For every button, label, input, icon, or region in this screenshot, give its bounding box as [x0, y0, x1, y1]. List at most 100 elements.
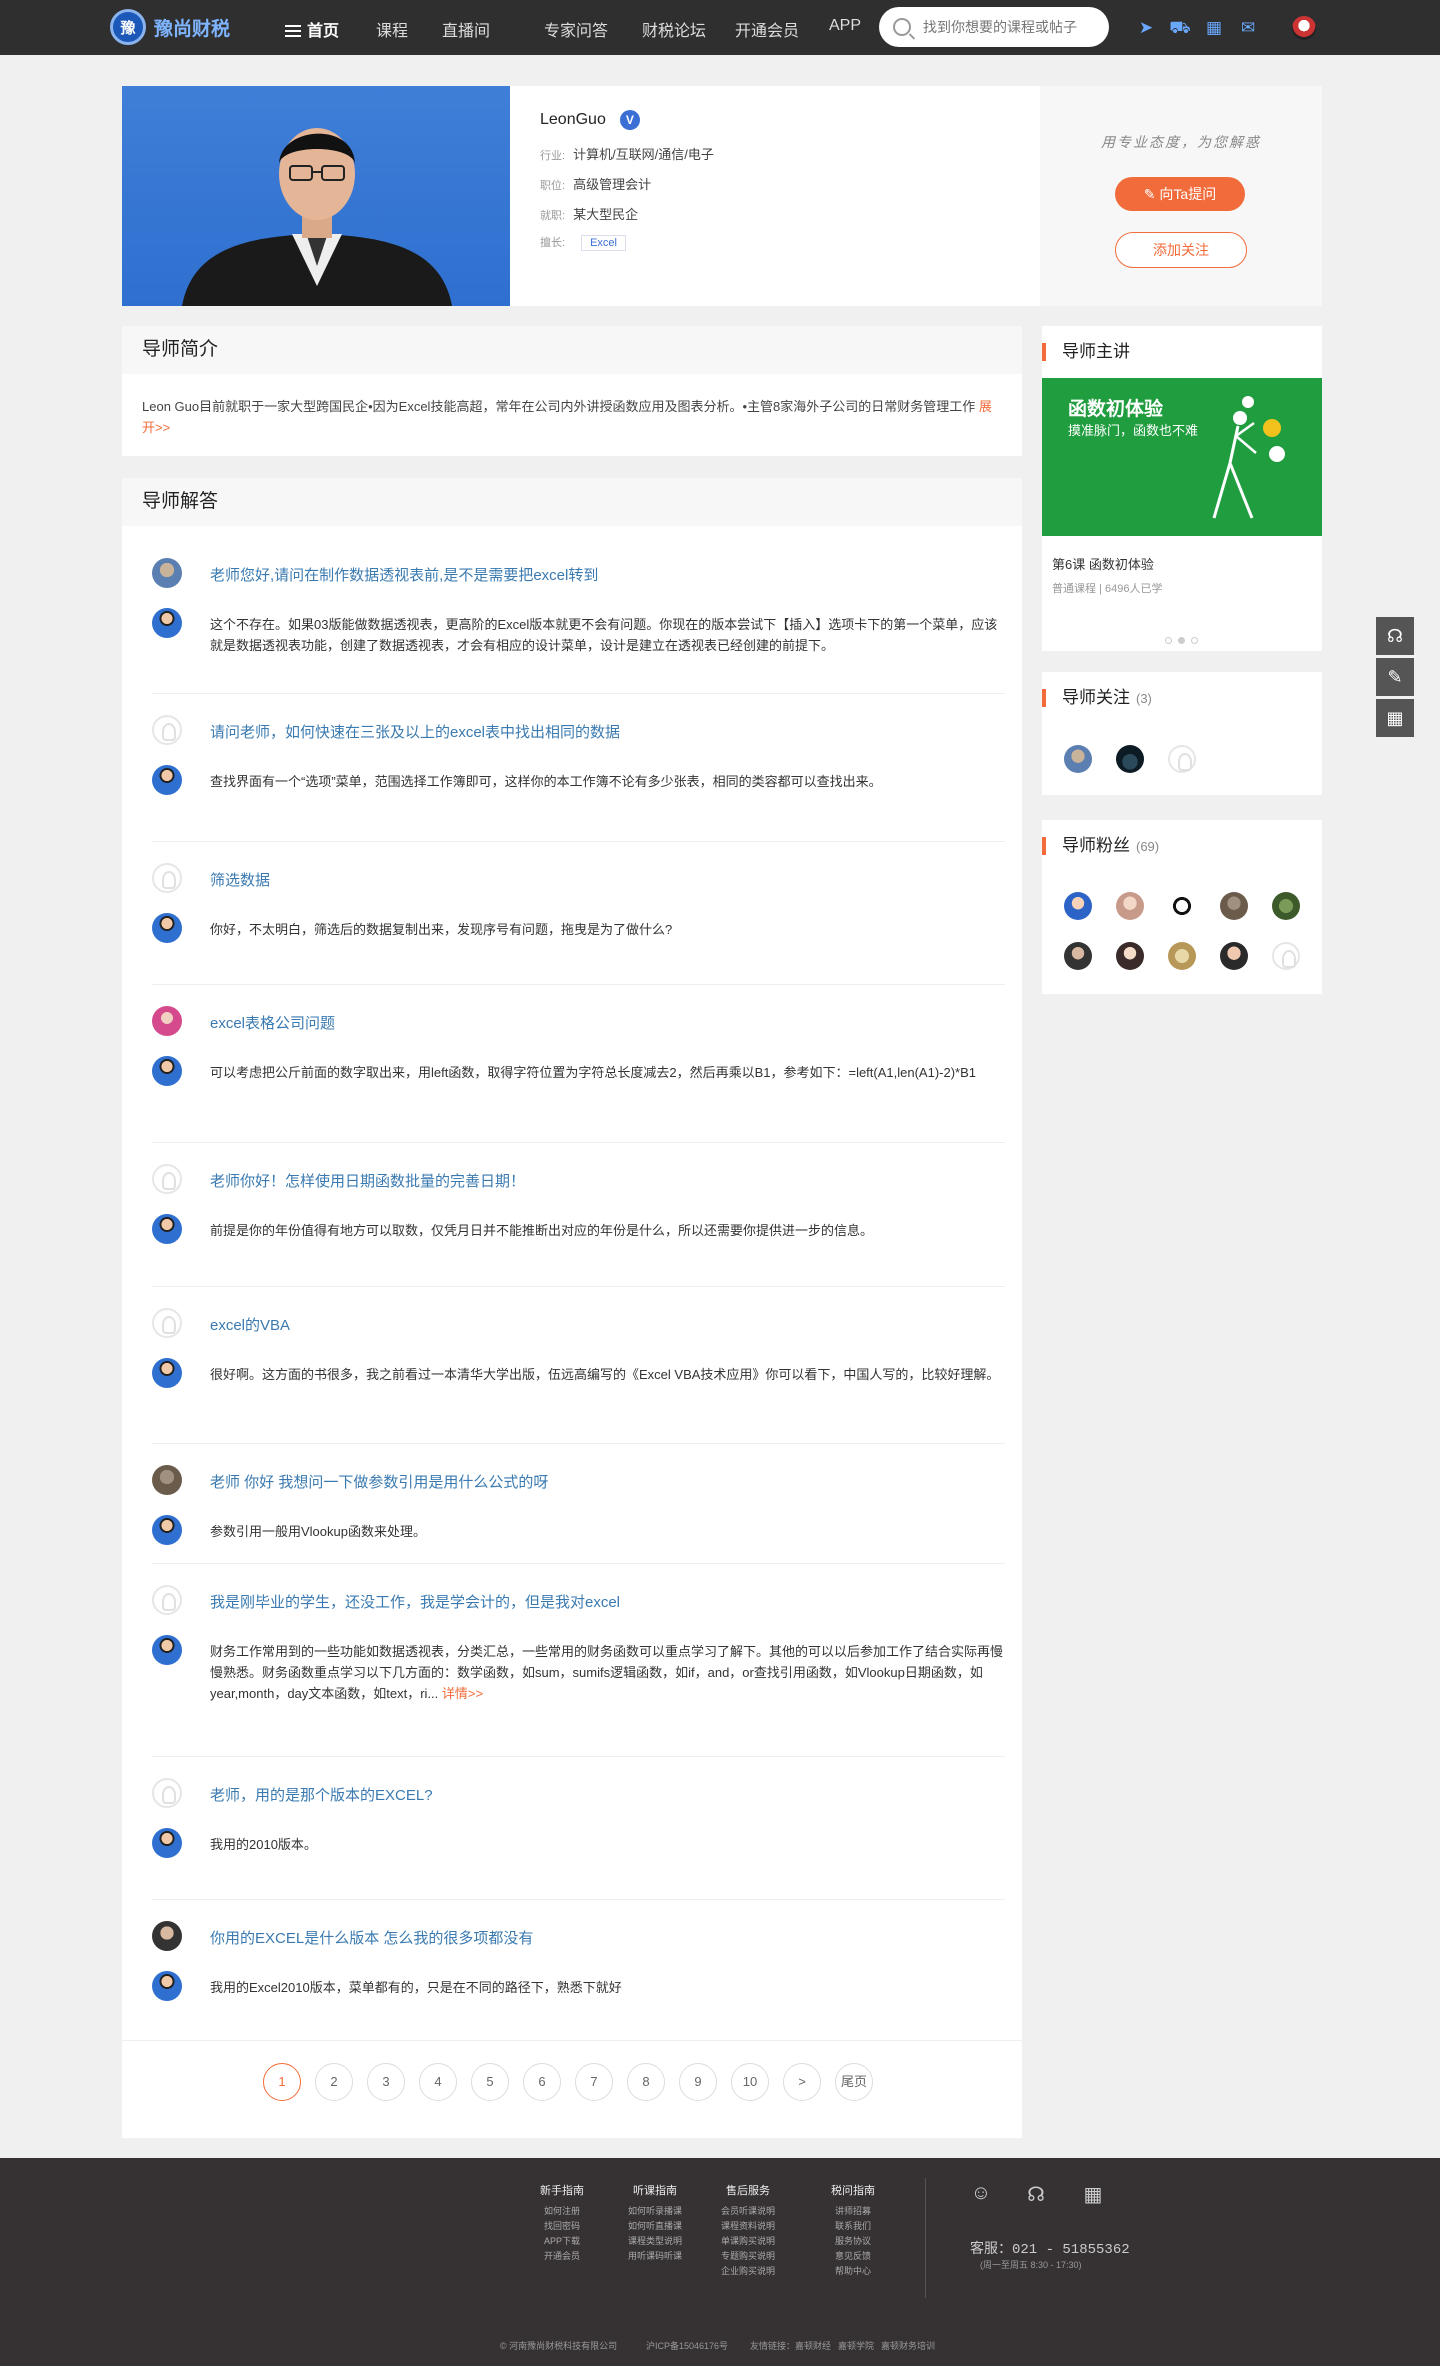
question-link[interactable]: excel表格公司问题 — [210, 1012, 335, 1033]
next-page-button[interactable]: > — [783, 2063, 821, 2101]
page-button[interactable]: 3 — [367, 2063, 405, 2101]
cart-icon[interactable]: ⛟ — [1169, 17, 1191, 39]
icp-number[interactable]: 沪ICP备15046176号 — [646, 2339, 728, 2352]
question-link[interactable]: 你用的EXCEL是什么版本 怎么我的很多项都没有 — [210, 1927, 533, 1948]
wechat-icon[interactable]: ☺ — [968, 2182, 994, 2208]
footer-link[interactable]: 服务协议 — [813, 2234, 893, 2249]
asker-avatar[interactable] — [152, 1465, 182, 1495]
carousel-dot[interactable] — [1191, 637, 1198, 644]
fan-avatar[interactable] — [1272, 942, 1300, 970]
message-icon[interactable]: ✉ — [1237, 17, 1259, 39]
asker-avatar[interactable] — [152, 1164, 182, 1194]
page-button[interactable]: 7 — [575, 2063, 613, 2101]
verified-icon: V — [619, 110, 640, 130]
asker-avatar[interactable] — [152, 715, 182, 745]
grid-icon[interactable]: ▦ — [1203, 17, 1225, 39]
send-icon[interactable]: ➤ — [1135, 17, 1157, 39]
nav-live[interactable]: 直播间 — [442, 17, 490, 41]
fan-avatar[interactable] — [1064, 942, 1092, 970]
footer-link[interactable]: 企业购买说明 — [708, 2264, 788, 2279]
asker-avatar[interactable] — [152, 1308, 182, 1338]
question-link[interactable]: 老师，用的是那个版本的EXCEL? — [210, 1784, 433, 1805]
qq-icon[interactable]: ☊ — [1023, 2182, 1049, 2208]
footer-link[interactable]: 专题购买说明 — [708, 2249, 788, 2264]
question-link[interactable]: 筛选数据 — [210, 869, 270, 890]
qa-divider — [152, 1563, 1005, 1564]
skill-tag[interactable]: Excel — [581, 235, 626, 251]
nav-app[interactable]: APP — [829, 17, 861, 35]
fan-avatar[interactable] — [1116, 942, 1144, 970]
follow-avatar[interactable] — [1168, 745, 1196, 773]
nav-expert-qa[interactable]: 专家问答 — [544, 17, 608, 41]
search-input[interactable] — [923, 19, 1093, 35]
page-button[interactable]: 10 — [731, 2063, 769, 2101]
fan-avatar[interactable] — [1168, 892, 1196, 920]
carousel-dot[interactable] — [1178, 637, 1185, 644]
footer-link[interactable]: 会员听课说明 — [708, 2204, 788, 2219]
footer-link[interactable]: 如何注册 — [522, 2204, 602, 2219]
page-button[interactable]: 9 — [679, 2063, 717, 2101]
carousel-dot[interactable] — [1165, 637, 1172, 644]
search-box[interactable] — [879, 7, 1109, 47]
customer-service-icon[interactable]: ☊ — [1376, 617, 1414, 655]
page-button[interactable]: 1 — [263, 2063, 301, 2101]
fan-avatar[interactable] — [1116, 892, 1144, 920]
fan-avatar[interactable] — [1272, 892, 1300, 920]
asker-avatar[interactable] — [152, 1006, 182, 1036]
nav-forum[interactable]: 财税论坛 — [642, 17, 706, 41]
details-link[interactable]: 详情>> — [442, 1686, 483, 1701]
qrcode-icon[interactable]: ▦ — [1376, 699, 1414, 737]
footer-link[interactable]: 帮助中心 — [813, 2264, 893, 2279]
footer-link[interactable]: 课程类型说明 — [615, 2234, 695, 2249]
fan-avatar[interactable] — [1220, 892, 1248, 920]
nav-membership[interactable]: 开通会员 — [735, 17, 799, 41]
course-banner[interactable]: 函数初体验 摸准脉门，函数也不难 — [1042, 378, 1322, 536]
page-button[interactable]: 4 — [419, 2063, 457, 2101]
footer-link[interactable]: APP下载 — [522, 2234, 602, 2249]
question-link[interactable]: 请问老师，如何快速在三张及以上的excel表中找出相同的数据 — [210, 721, 620, 742]
site-logo[interactable]: 豫 豫尚财税 — [110, 8, 230, 46]
footer-link[interactable]: 讲师招募 — [813, 2204, 893, 2219]
asker-avatar[interactable] — [152, 1921, 182, 1951]
question-link[interactable]: 我是刚毕业的学生，还没工作，我是学会计的，但是我对excel — [210, 1591, 620, 1612]
user-avatar[interactable] — [1292, 16, 1316, 40]
footer-link[interactable]: 单课购买说明 — [708, 2234, 788, 2249]
question-link[interactable]: excel的VBA — [210, 1314, 290, 1335]
phone-app-icon[interactable]: ▦ — [1080, 2182, 1106, 2208]
follow-button[interactable]: 添加关注 — [1115, 232, 1247, 268]
course-name[interactable]: 第6课 函数初体验 — [1052, 554, 1154, 573]
ask-question-button[interactable]: ✎ 向Ta提问 — [1115, 177, 1245, 211]
fan-avatar[interactable] — [1220, 942, 1248, 970]
follow-avatar[interactable] — [1116, 745, 1144, 773]
question-link[interactable]: 老师 你好 我想问一下做参数引用是用什么公式的呀 — [210, 1471, 548, 1492]
friend-link[interactable]: 嘉顿财经 — [795, 2339, 831, 2352]
question-link[interactable]: 老师你好！怎样使用日期函数批量的完善日期！ — [210, 1170, 525, 1191]
footer-link[interactable]: 如何听直播课 — [615, 2219, 695, 2234]
page-button[interactable]: 2 — [315, 2063, 353, 2101]
asker-avatar[interactable] — [152, 558, 182, 588]
friend-link[interactable]: 嘉顿财务培训 — [881, 2339, 935, 2352]
footer-link[interactable]: 课程资料说明 — [708, 2219, 788, 2234]
feedback-icon[interactable]: ✎ — [1376, 658, 1414, 696]
page-button[interactable]: 5 — [471, 2063, 509, 2101]
fan-avatar[interactable] — [1064, 892, 1092, 920]
last-page-button[interactable]: 尾页 — [835, 2063, 873, 2101]
search-icon[interactable] — [893, 18, 911, 36]
footer-link[interactable]: 用听课码听课 — [615, 2249, 695, 2264]
asker-avatar[interactable] — [152, 1778, 182, 1808]
fan-avatar[interactable] — [1168, 942, 1196, 970]
nav-courses[interactable]: 课程 — [376, 17, 408, 41]
nav-home[interactable]: 首页 — [285, 17, 339, 41]
footer-link[interactable]: 联系我们 — [813, 2219, 893, 2234]
follow-avatar[interactable] — [1064, 745, 1092, 773]
page-button[interactable]: 6 — [523, 2063, 561, 2101]
footer-link[interactable]: 开通会员 — [522, 2249, 602, 2264]
footer-link[interactable]: 如何听录播课 — [615, 2204, 695, 2219]
friend-link[interactable]: 嘉顿学院 — [838, 2339, 874, 2352]
asker-avatar[interactable] — [152, 863, 182, 893]
page-button[interactable]: 8 — [627, 2063, 665, 2101]
footer-link[interactable]: 找回密码 — [522, 2219, 602, 2234]
question-link[interactable]: 老师您好,请问在制作数据透视表前,是不是需要把excel转到 — [210, 564, 598, 585]
asker-avatar[interactable] — [152, 1585, 182, 1615]
footer-link[interactable]: 意见反馈 — [813, 2249, 893, 2264]
